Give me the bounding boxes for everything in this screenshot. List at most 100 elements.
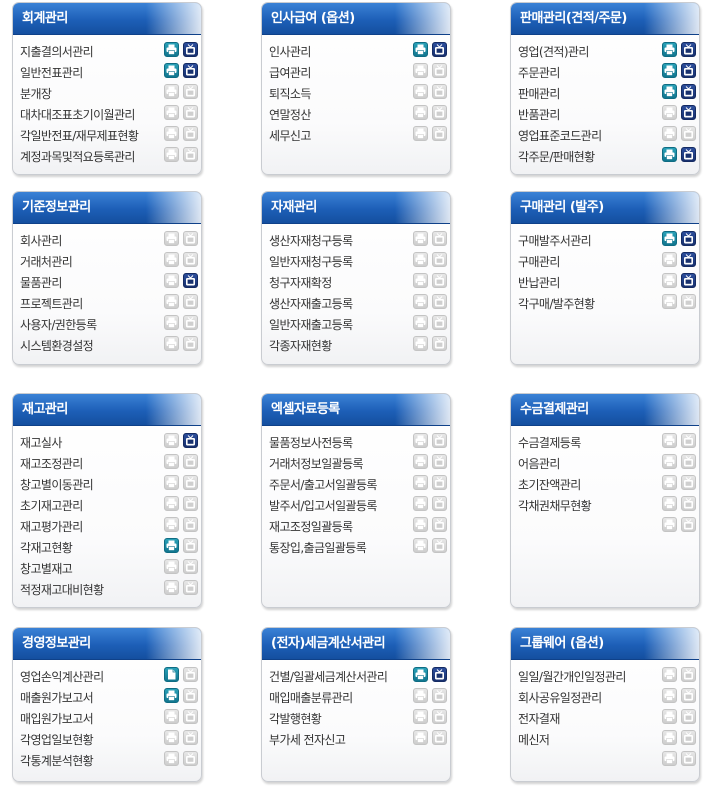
- tv-icon[interactable]: [681, 709, 696, 724]
- print-icon[interactable]: [413, 517, 428, 532]
- print-icon[interactable]: [662, 667, 677, 682]
- menu-item-label[interactable]: 물품관리: [20, 274, 62, 291]
- menu-item[interactable]: 매출원가보고서: [13, 686, 201, 707]
- print-icon[interactable]: [413, 84, 428, 99]
- tv-icon[interactable]: [183, 751, 198, 766]
- print-icon[interactable]: [413, 126, 428, 141]
- print-icon[interactable]: [413, 315, 428, 330]
- print-icon[interactable]: [164, 538, 179, 553]
- menu-item-label[interactable]: 부가세 전자신고: [269, 731, 346, 748]
- tv-icon[interactable]: [432, 294, 447, 309]
- tv-icon[interactable]: [183, 496, 198, 511]
- menu-item-label[interactable]: 주문관리: [518, 64, 560, 81]
- menu-item-label[interactable]: 재고조정관리: [20, 455, 83, 472]
- tv-icon[interactable]: [432, 315, 447, 330]
- tv-icon[interactable]: [183, 709, 198, 724]
- print-icon[interactable]: [164, 730, 179, 745]
- menu-item-label[interactable]: 각일반전표/재무제표현황: [20, 127, 139, 144]
- menu-item[interactable]: 적정재고대비현황: [13, 578, 201, 599]
- tv-icon[interactable]: [183, 315, 198, 330]
- print-icon[interactable]: [164, 231, 179, 246]
- tv-icon[interactable]: [183, 252, 198, 267]
- tv-icon[interactable]: [183, 126, 198, 141]
- print-icon[interactable]: [662, 688, 677, 703]
- print-icon[interactable]: [164, 273, 179, 288]
- menu-item[interactable]: 통장입,출금일괄등록: [262, 536, 450, 557]
- menu-item-label[interactable]: 재고평가관리: [20, 518, 83, 535]
- print-icon[interactable]: [164, 105, 179, 120]
- menu-item[interactable]: 영업표준코드관리: [511, 124, 699, 145]
- menu-item-label[interactable]: 영업(견적)관리: [518, 43, 589, 60]
- menu-item[interactable]: 생산자재출고등록: [262, 292, 450, 313]
- menu-item[interactable]: 어음관리: [511, 452, 699, 473]
- print-icon[interactable]: [413, 105, 428, 120]
- menu-item-label[interactable]: 매입원가보고서: [20, 710, 94, 727]
- menu-item-label[interactable]: 거래처관리: [20, 253, 73, 270]
- menu-item[interactable]: 급여관리: [262, 61, 450, 82]
- menu-item[interactable]: [511, 515, 699, 536]
- print-icon[interactable]: [662, 105, 677, 120]
- tv-icon[interactable]: [681, 730, 696, 745]
- tv-icon[interactable]: [432, 84, 447, 99]
- print-icon[interactable]: [662, 433, 677, 448]
- menu-item-label[interactable]: 연말정산: [269, 106, 311, 123]
- tv-icon[interactable]: [681, 475, 696, 490]
- print-icon[interactable]: [662, 294, 677, 309]
- print-icon[interactable]: [662, 709, 677, 724]
- menu-item[interactable]: [511, 749, 699, 770]
- menu-item[interactable]: 영업손익계산관리: [13, 665, 201, 686]
- menu-item-label[interactable]: 건별/일괄세금계산서관리: [269, 668, 388, 685]
- menu-item[interactable]: 건별/일괄세금계산서관리: [262, 665, 450, 686]
- menu-item[interactable]: 재고조정일괄등록: [262, 515, 450, 536]
- menu-item[interactable]: 계정과목및적요등록관리: [13, 145, 201, 166]
- print-icon[interactable]: [413, 273, 428, 288]
- print-icon[interactable]: [413, 294, 428, 309]
- tv-icon[interactable]: [681, 105, 696, 120]
- menu-item-label[interactable]: 전자결재: [518, 710, 560, 727]
- print-icon[interactable]: [413, 336, 428, 351]
- menu-item-label[interactable]: 일반전표관리: [20, 64, 83, 81]
- menu-item-label[interactable]: 사용자/권한등록: [20, 316, 97, 333]
- print-icon[interactable]: [413, 42, 428, 57]
- tv-icon[interactable]: [183, 538, 198, 553]
- print-icon[interactable]: [413, 63, 428, 78]
- menu-item-label[interactable]: 적정재고대비현황: [20, 581, 104, 598]
- menu-item[interactable]: 청구자재확정: [262, 271, 450, 292]
- tv-icon[interactable]: [432, 126, 447, 141]
- menu-item-label[interactable]: 반납관리: [518, 274, 560, 291]
- print-icon[interactable]: [662, 147, 677, 162]
- tv-icon[interactable]: [432, 667, 447, 682]
- menu-item[interactable]: 각재고현황: [13, 536, 201, 557]
- tv-icon[interactable]: [681, 433, 696, 448]
- menu-item[interactable]: 각일반전표/재무제표현황: [13, 124, 201, 145]
- print-icon[interactable]: [662, 475, 677, 490]
- print-icon[interactable]: [413, 496, 428, 511]
- print-icon[interactable]: [413, 667, 428, 682]
- menu-item[interactable]: 발주서/입고서일괄등록: [262, 494, 450, 515]
- menu-item[interactable]: 전자결재: [511, 707, 699, 728]
- tv-icon[interactable]: [681, 294, 696, 309]
- menu-item-label[interactable]: 판매관리: [518, 85, 560, 102]
- menu-item-label[interactable]: 일반자재출고등록: [269, 316, 353, 333]
- menu-item[interactable]: 각구매/발주현황: [511, 292, 699, 313]
- menu-item-label[interactable]: 통장입,출금일괄등록: [269, 539, 367, 556]
- tv-icon[interactable]: [681, 126, 696, 141]
- menu-item-label[interactable]: 시스템환경설정: [20, 337, 94, 354]
- tv-icon[interactable]: [681, 63, 696, 78]
- menu-item-label[interactable]: 각주문/판매현황: [518, 148, 595, 165]
- document-icon[interactable]: [164, 667, 179, 682]
- menu-item[interactable]: 사용자/권한등록: [13, 313, 201, 334]
- tv-icon[interactable]: [183, 454, 198, 469]
- menu-item-label[interactable]: 어음관리: [518, 455, 560, 472]
- tv-icon[interactable]: [183, 730, 198, 745]
- tv-icon[interactable]: [432, 454, 447, 469]
- menu-item-label[interactable]: 분개장: [20, 85, 52, 102]
- tv-icon[interactable]: [432, 496, 447, 511]
- print-icon[interactable]: [164, 580, 179, 595]
- menu-item[interactable]: 초기잔액관리: [511, 473, 699, 494]
- menu-item-label[interactable]: 청구자재확정: [269, 274, 332, 291]
- menu-item-label[interactable]: 매입매출분류관리: [269, 689, 353, 706]
- print-icon[interactable]: [164, 751, 179, 766]
- print-icon[interactable]: [413, 730, 428, 745]
- tv-icon[interactable]: [183, 667, 198, 682]
